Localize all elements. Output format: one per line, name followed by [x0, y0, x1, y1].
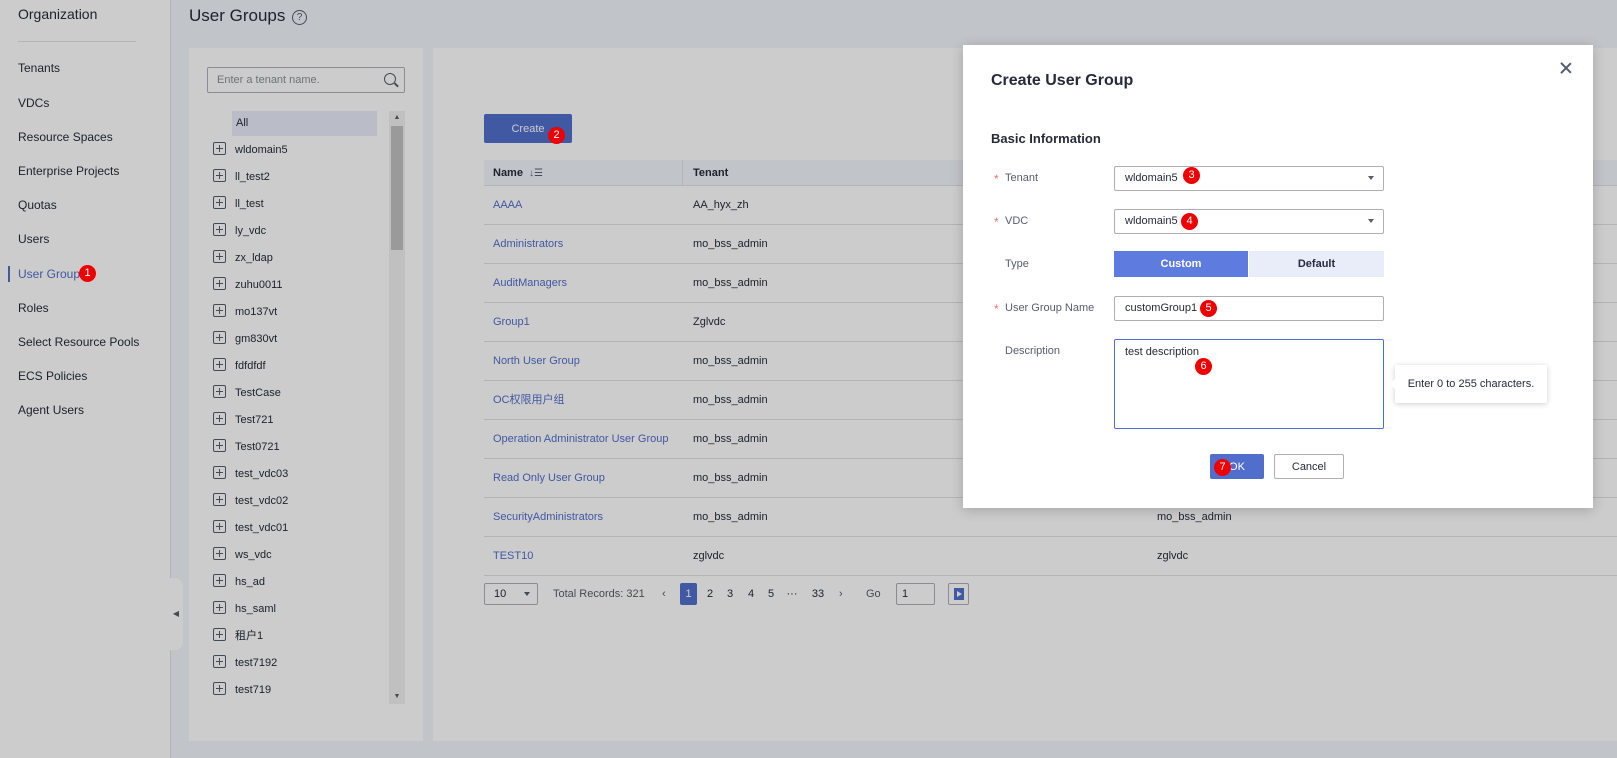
description-textarea[interactable]: test description [1114, 339, 1384, 429]
step-badge-3: 3 [1183, 167, 1200, 184]
vdc-label: VDC [1005, 215, 1029, 227]
chevron-down-icon [1368, 176, 1374, 180]
required-mark: * [994, 172, 999, 186]
section-title: Basic Information [991, 131, 1101, 146]
cancel-button[interactable]: Cancel [1274, 454, 1344, 479]
user-group-name-input[interactable]: customGroup1 [1114, 296, 1384, 321]
step-badge-7: 7 [1214, 459, 1231, 476]
create-user-group-dialog: Create User Group Basic Information * Te… [963, 45, 1593, 508]
type-default-option[interactable]: Default [1249, 251, 1384, 277]
step-badge-4: 4 [1181, 213, 1198, 230]
type-label: Type [1005, 258, 1029, 270]
close-icon[interactable] [1559, 61, 1573, 75]
vdc-select[interactable]: wldomain5 [1114, 209, 1384, 234]
tenant-select-value: wldomain5 [1125, 172, 1178, 184]
description-label: Description [1005, 345, 1061, 357]
required-mark: * [994, 215, 999, 229]
step-badge-2: 2 [548, 127, 565, 144]
vdc-select-value: wldomain5 [1125, 215, 1178, 227]
step-badge-1: 1 [79, 265, 96, 282]
description-tooltip: Enter 0 to 255 characters. [1390, 365, 1547, 403]
chevron-down-icon [1368, 219, 1374, 223]
type-custom-option[interactable]: Custom [1114, 251, 1248, 277]
user-group-name-label: User Group Name [1005, 302, 1095, 314]
tenant-label: Tenant [1005, 172, 1039, 184]
required-mark: * [994, 302, 999, 316]
dialog-title: Create User Group [991, 72, 1134, 89]
tenant-select[interactable]: wldomain5 [1114, 166, 1384, 191]
step-badge-5: 5 [1200, 300, 1217, 317]
step-badge-6: 6 [1195, 358, 1212, 375]
